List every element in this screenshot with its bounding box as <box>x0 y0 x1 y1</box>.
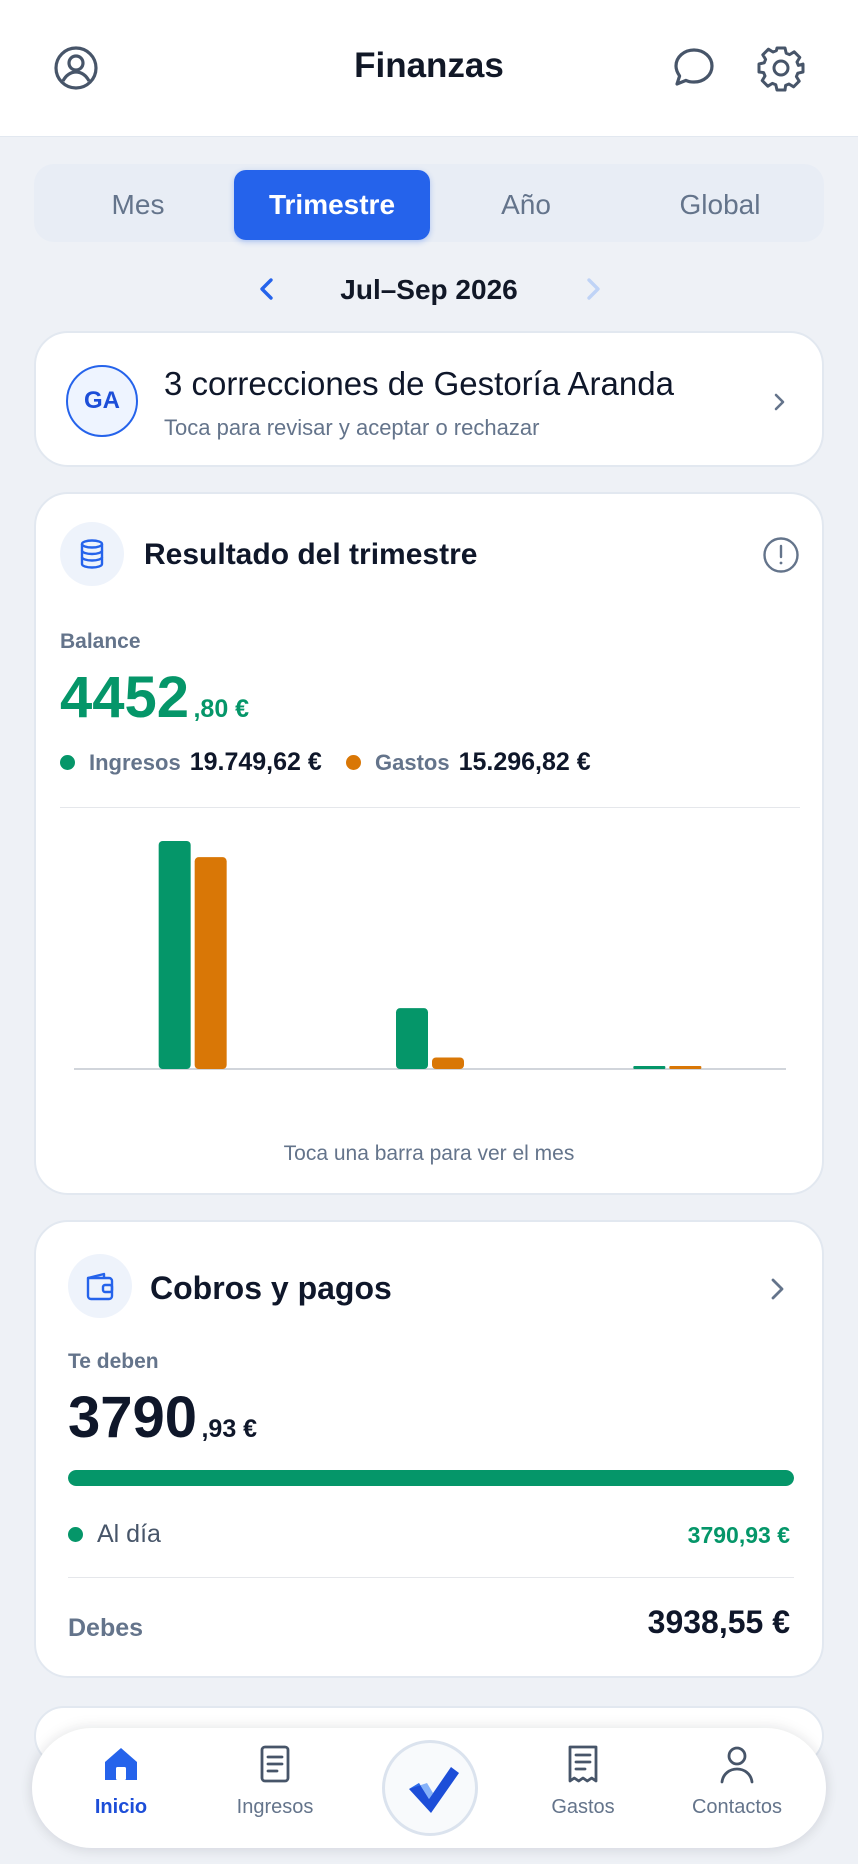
x-tick-label: Sep <box>650 1092 684 1094</box>
chart-hint: Toca una barra para ver el mes <box>283 1142 575 1165</box>
period-navigator: Jul–Sep 2026 <box>0 266 858 310</box>
document-icon <box>260 1745 290 1783</box>
tab-ano[interactable]: Año <box>428 170 624 240</box>
checkmark-logo-icon[interactable] <box>382 1740 478 1836</box>
debt-value: 3938,55 € <box>647 1604 790 1640</box>
wallet-icon <box>68 1254 132 1318</box>
person-icon <box>720 1746 754 1784</box>
cobros-title: Cobros y pagos <box>150 1270 392 1306</box>
bar-ingresos-sep[interactable] <box>633 1066 666 1069</box>
bar-gastos-ago[interactable] <box>432 1057 464 1069</box>
status-row: Al día <box>68 1520 161 1549</box>
nav-gastos[interactable]: Gastos <box>508 1742 658 1834</box>
chevron-right-icon[interactable] <box>578 274 608 304</box>
status-dot <box>68 1527 83 1542</box>
status-value: 3790,93 € <box>687 1522 790 1548</box>
home-icon <box>105 1748 137 1780</box>
corrections-title: 3 correcciones de Gestoría Aranda <box>164 365 674 402</box>
result-card: Resultado del trimestre Balance 4452 ,80… <box>34 492 824 1195</box>
corrections-subtitle: Toca para revisar y aceptar o rechazar <box>164 415 540 440</box>
bar-gastos-sep[interactable] <box>669 1066 702 1069</box>
bar-ingresos-ago[interactable] <box>396 1008 428 1069</box>
bar-gastos-jul[interactable] <box>194 857 227 1069</box>
tab-trimestre[interactable]: Trimestre <box>234 170 430 240</box>
app-header: Finanzas <box>0 0 858 137</box>
nav-label: Inicio <box>94 1796 148 1818</box>
bar-ingresos-jul[interactable] <box>158 841 191 1069</box>
tab-mes[interactable]: Mes <box>40 170 236 240</box>
gear-icon[interactable] <box>757 44 805 92</box>
owed-label: Te deben <box>68 1350 159 1373</box>
status-label: Al día <box>97 1520 161 1548</box>
receipt-icon <box>568 1745 598 1783</box>
nav-ingresos[interactable]: Ingresos <box>200 1742 350 1834</box>
cobros-pagos-card[interactable]: Cobros y pagos Te deben 3790 ,93 € Al dí… <box>34 1220 824 1678</box>
x-tick-label: Ago <box>413 1092 447 1094</box>
chat-bubble-icon[interactable] <box>670 44 718 92</box>
nav-label: Gastos <box>551 1796 615 1818</box>
owed-progress-fill <box>68 1470 794 1486</box>
divider <box>68 1577 794 1578</box>
bottom-navigation: Inicio Ingresos Gastos Contactos <box>32 1728 826 1848</box>
chevron-right-icon <box>766 389 792 415</box>
owed-amount: 3790 ,93 € <box>68 1384 257 1451</box>
period-tabs: Mes Trimestre Año Global <box>34 164 824 242</box>
owed-integer: 3790 <box>68 1385 198 1450</box>
page-title: Finanzas <box>354 46 504 85</box>
chevron-right-icon <box>762 1274 792 1304</box>
period-label: Jul–Sep 2026 <box>340 274 518 305</box>
nav-inicio[interactable]: Inicio <box>46 1742 196 1834</box>
owed-progress-bar <box>68 1470 794 1486</box>
debt-label: Debes <box>68 1614 144 1642</box>
monthly-bar-chart: Jul Ago Sep <box>74 841 786 1094</box>
nav-label: Contactos <box>691 1796 783 1818</box>
x-tick-label: Jul <box>181 1092 205 1094</box>
avatar: GA <box>66 365 138 437</box>
tab-global[interactable]: Global <box>622 170 818 240</box>
nav-contactos[interactable]: Contactos <box>662 1742 812 1834</box>
nav-label: Ingresos <box>236 1796 314 1818</box>
owed-decimals: ,93 € <box>201 1415 258 1443</box>
corrections-card[interactable]: GA 3 correcciones de Gestoría Aranda Toc… <box>34 331 824 467</box>
